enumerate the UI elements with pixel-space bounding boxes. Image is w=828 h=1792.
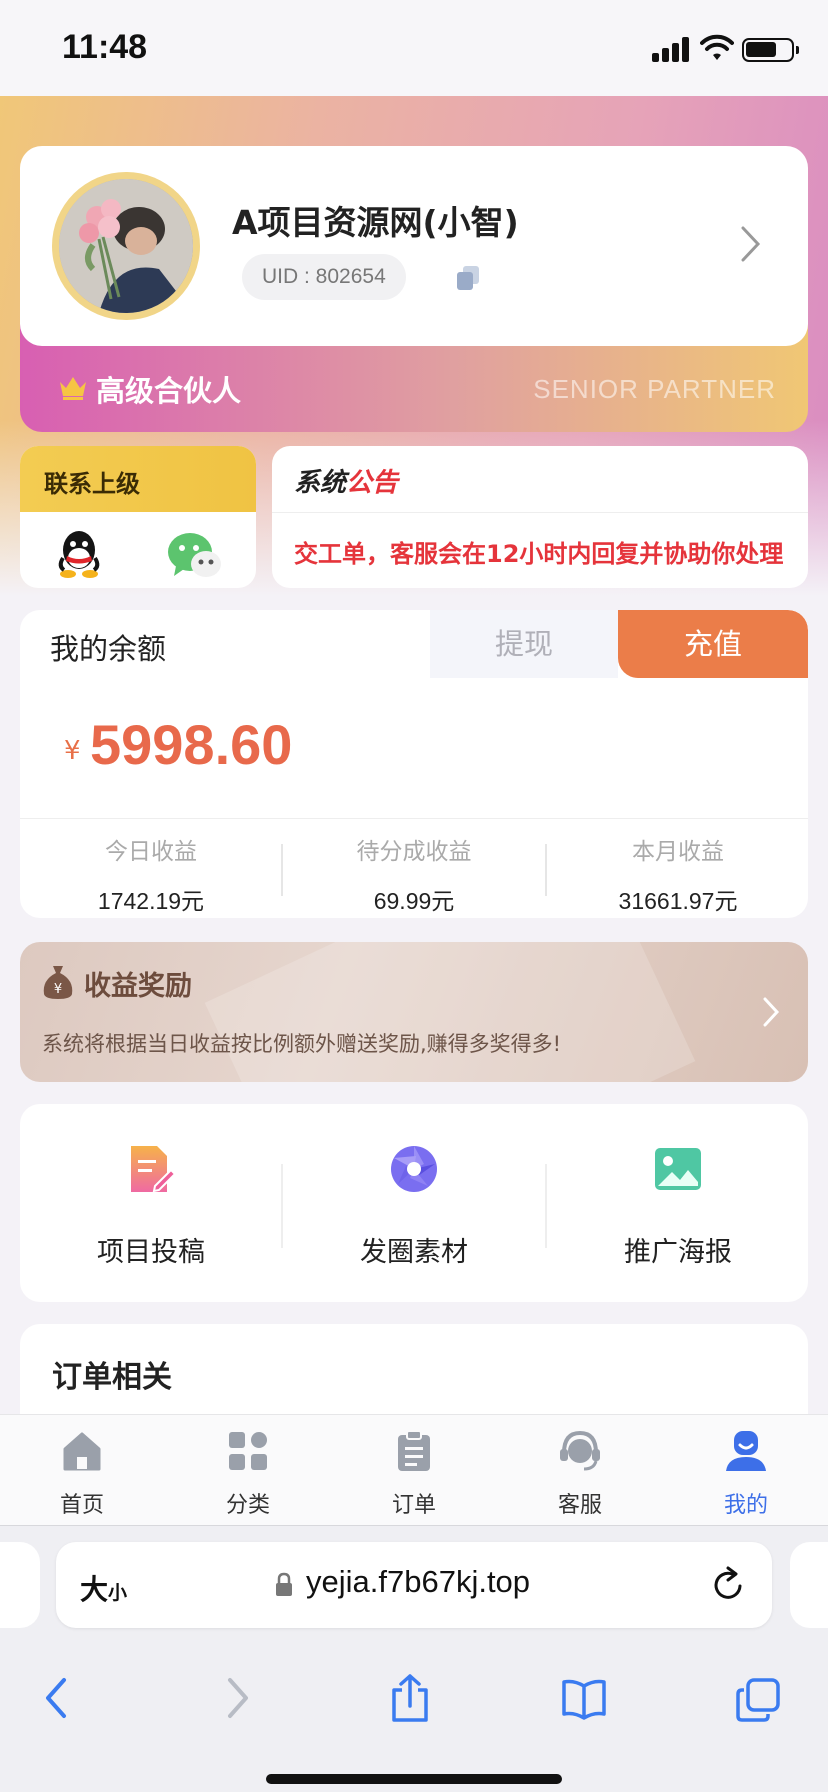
withdraw-button[interactable]: 提现 — [430, 610, 618, 678]
battery-icon — [742, 38, 799, 62]
cellular-signal-icon — [652, 36, 692, 62]
document-edit-icon — [131, 1146, 177, 1193]
status-time: 11:48 — [62, 28, 148, 66]
profile-card[interactable]: A项目资源网(小智) UID : 802654 — [20, 146, 808, 346]
image-icon — [655, 1148, 701, 1190]
orders-section-title: 订单相关 — [52, 1360, 172, 1395]
bookmarks-icon[interactable] — [562, 1674, 606, 1722]
partner-level-english: SENIOR PARTNER — [533, 374, 776, 404]
lock-icon — [276, 1572, 292, 1596]
currency-symbol: ¥ — [64, 736, 81, 766]
stat-month-earnings: 本月收益 31661.97元 — [618, 839, 738, 914]
copy-icon[interactable] — [454, 264, 482, 292]
grid-icon — [229, 1432, 267, 1470]
tool-promo-poster[interactable]: 推广海报 — [547, 1142, 809, 1269]
chevron-right-icon — [763, 997, 780, 1027]
previous-tab-preview[interactable] — [0, 1542, 40, 1628]
tab-orders[interactable]: 订单 — [354, 1429, 474, 1519]
aperture-icon — [391, 1146, 437, 1192]
status-bar: 11:48 — [0, 0, 828, 96]
earnings-reward-banner[interactable]: ¥ 收益奖励 系统将根据当日收益按比例额外赠送奖励,赚得多奖得多! — [20, 942, 808, 1082]
uid-badge: UID : 802654 — [242, 254, 406, 300]
back-icon[interactable] — [36, 1674, 80, 1722]
home-indicator — [266, 1774, 562, 1784]
address-bar[interactable]: 大小 yejia.f7b67kj.top — [56, 1542, 772, 1628]
bottom-tab-bar: 首页 分类 订单 客服 我的 — [0, 1414, 828, 1526]
headset-icon — [560, 1430, 600, 1471]
tab-mine[interactable]: 我的 — [686, 1429, 806, 1519]
reload-icon[interactable] — [710, 1566, 746, 1604]
url-text: yejia.f7b67kj.top — [306, 1564, 531, 1599]
avatar-image — [59, 179, 193, 313]
browser-toolbar: 大小 yejia.f7b67kj.top — [0, 1526, 828, 1792]
tab-category[interactable]: 分类 — [188, 1429, 308, 1519]
divider — [272, 512, 808, 513]
balance-amount: 5998.60 — [90, 713, 293, 776]
wifi-icon — [700, 34, 734, 60]
system-notice-card[interactable]: 系统公告 交工单，客服会在12小时内回复并协助你处理 — [272, 446, 808, 588]
svg-text:¥: ¥ — [54, 982, 62, 997]
contact-superior-card: 联系上级 — [20, 446, 256, 588]
divider — [20, 818, 808, 819]
tool-moments-material[interactable]: 发圈素材 — [283, 1142, 545, 1269]
quick-tools-card: 项目投稿 发圈素材 推广海报 — [20, 1104, 808, 1302]
tab-home[interactable]: 首页 — [22, 1429, 142, 1519]
reward-description: 系统将根据当日收益按比例额外赠送奖励,赚得多奖得多! — [42, 1032, 562, 1056]
user-icon — [726, 1431, 766, 1471]
recharge-button[interactable]: 充值 — [618, 610, 808, 678]
crown-icon — [60, 377, 86, 400]
tabs-icon[interactable] — [736, 1674, 780, 1722]
partner-level-title: 高级合伙人 — [96, 374, 242, 408]
contact-superior-title: 联系上级 — [20, 446, 256, 512]
reward-title: 收益奖励 — [84, 971, 192, 1002]
share-icon[interactable] — [388, 1674, 432, 1722]
next-tab-preview[interactable] — [790, 1542, 828, 1628]
profile-name: A项目资源网(小智) — [232, 203, 519, 242]
qq-icon[interactable] — [54, 528, 104, 580]
balance-label: 我的余额 — [50, 632, 167, 666]
balance-card: 我的余额 提现 充值 ¥ 5998.60 今日收益 1742.19元 待分成收益… — [20, 610, 808, 918]
stat-pending-earnings: 待分成收益 69.99元 — [356, 839, 472, 914]
notice-marquee-text: 交工单，客服会在12小时内回复并协助你处理 — [294, 540, 784, 568]
wechat-icon[interactable] — [166, 530, 222, 580]
avatar[interactable] — [52, 172, 200, 320]
orders-section: 订单相关 — [20, 1324, 808, 1424]
system-notice-title: 系统公告 — [294, 468, 399, 498]
stat-today-earnings: 今日收益 1742.19元 — [97, 839, 205, 914]
tab-customer-service[interactable]: 客服 — [520, 1429, 640, 1519]
chevron-right-icon[interactable] — [740, 224, 762, 264]
money-bag-icon: ¥ — [43, 966, 73, 999]
text-size-button[interactable]: 大小 — [80, 1568, 127, 1608]
home-icon — [63, 1432, 101, 1471]
clipboard-icon — [398, 1430, 430, 1471]
forward-icon[interactable] — [214, 1674, 258, 1722]
tool-project-submit[interactable]: 项目投稿 — [20, 1142, 282, 1269]
